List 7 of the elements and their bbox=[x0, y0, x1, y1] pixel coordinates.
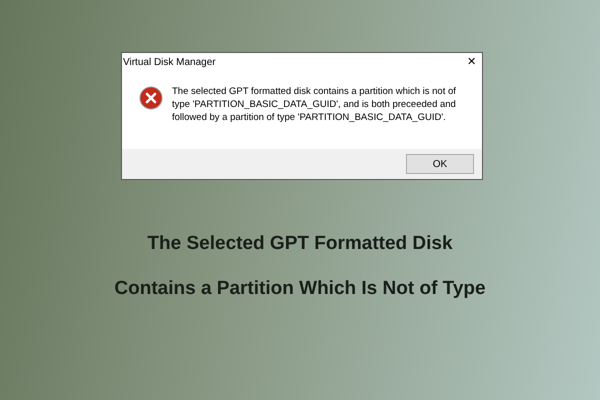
error-icon bbox=[139, 86, 163, 110]
headline: The Selected GPT Formatted Disk bbox=[147, 232, 453, 256]
window-title: Virtual Disk Manager bbox=[123, 56, 216, 70]
error-message: The selected GPT formatted disk contains a partition which is not of type 'PARTITION_BASIC_DATA_GUID', and is both preceeded and followed by a partition of type 'PARTITION_BASIC_DATA_GUID'. bbox=[172, 85, 457, 124]
headline: Contains a Partition Which Is Not of Type bbox=[114, 276, 486, 300]
close-button[interactable]: ✕ bbox=[467, 56, 476, 68]
ok-button[interactable]: OK bbox=[406, 154, 474, 174]
